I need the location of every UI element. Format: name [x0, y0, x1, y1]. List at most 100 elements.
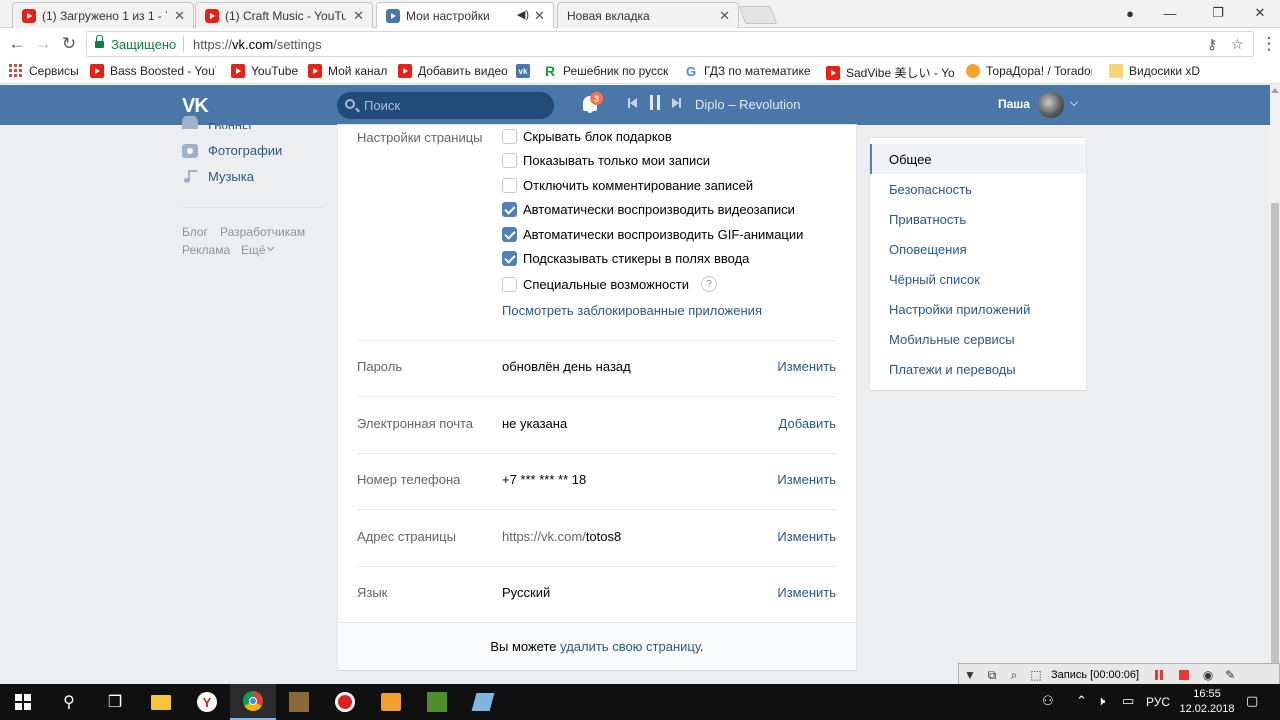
camera-icon[interactable]: ◉	[1197, 664, 1219, 686]
browser-tab[interactable]: (1) Загружено 1 из 1 - Yo ✕	[12, 2, 194, 28]
tab-notifications[interactable]: Оповещения	[870, 234, 1086, 264]
browser-tab[interactable]: (1) Craft Music - YouTube ✕	[195, 2, 373, 28]
media-player-icon[interactable]	[368, 684, 414, 720]
close-icon[interactable]: ✕	[353, 8, 364, 24]
key-icon[interactable]: ⚷	[1207, 36, 1217, 53]
pause-icon[interactable]	[650, 95, 660, 110]
checkbox-autoplay-gif[interactable]: Автоматически воспроизводить GIF-анимаци…	[502, 227, 803, 242]
scrollbar-thumb[interactable]	[1271, 203, 1279, 684]
speaker-icon[interactable]: ◀)	[517, 8, 529, 21]
change-phone-link[interactable]: Изменить	[777, 472, 836, 487]
dropdown-icon[interactable]: ▼	[959, 664, 981, 686]
avatar[interactable]	[1038, 92, 1064, 118]
close-icon[interactable]: ✕	[174, 8, 185, 24]
checkbox[interactable]	[502, 276, 517, 292]
chevron-up-icon[interactable]: ⌃	[1076, 693, 1087, 709]
restore-icon[interactable]: ❐	[1198, 0, 1238, 26]
checkbox-accessibility[interactable]: Специальные возможности ?	[502, 276, 717, 292]
footer-link-developers[interactable]: Разработчикам	[220, 225, 305, 239]
search-icon[interactable]: ⚲	[46, 684, 92, 720]
chevron-down-icon[interactable]	[266, 243, 275, 252]
bookmark-item[interactable]: Bass Boosted - YouTube	[90, 64, 216, 78]
menu-icon[interactable]: ⋮	[1258, 33, 1280, 55]
checkbox-checked[interactable]	[502, 227, 517, 242]
user-name[interactable]: Паша	[998, 97, 1030, 111]
bookmark-item[interactable]: R Решебник по русскому	[543, 63, 669, 79]
app-icon[interactable]	[460, 684, 506, 720]
sidebar-item-photos[interactable]: Фотографии	[182, 143, 282, 158]
checkbox-checked[interactable]	[502, 202, 517, 217]
sidebar-item-groups[interactable]: Группы	[182, 116, 251, 129]
bookmark-item[interactable]: vk	[516, 64, 536, 78]
network-icon[interactable]: ▭	[1122, 693, 1134, 709]
forward-icon[interactable]: →	[32, 33, 54, 55]
next-track-icon[interactable]	[672, 98, 681, 108]
add-email-link[interactable]: Добавить	[779, 416, 836, 431]
change-password-link[interactable]: Изменить	[777, 359, 836, 374]
bookmark-item[interactable]: YouTube	[231, 64, 298, 78]
region-icon[interactable]: ⬚	[1025, 664, 1047, 686]
checkbox-autoplay-video[interactable]: Автоматически воспроизводить видеозаписи	[502, 202, 795, 217]
checkbox[interactable]	[502, 153, 517, 168]
address-bar[interactable]: Защищено https://vk.com/settings ⚷ ☆	[86, 31, 1254, 57]
tab-payments[interactable]: Платежи и переводы	[870, 354, 1086, 384]
task-view-icon[interactable]: ❒	[92, 684, 138, 720]
help-icon[interactable]: ?	[700, 276, 717, 292]
browser-tab[interactable]: Новая вкладка ✕	[557, 2, 739, 28]
language-indicator[interactable]: РУС	[1146, 695, 1170, 709]
minecraft-icon[interactable]	[276, 684, 322, 720]
minimize-icon[interactable]: —	[1150, 0, 1190, 26]
footer-link-more[interactable]: Ещё	[241, 243, 266, 257]
change-address-link[interactable]: Изменить	[777, 529, 836, 544]
tab-mobile-services[interactable]: Мобильные сервисы	[870, 324, 1086, 354]
chrome-icon[interactable]	[230, 684, 276, 720]
bookmark-item[interactable]: ТораДора! / Toradora	[966, 64, 1092, 78]
notifications-icon[interactable]: ▢	[1246, 693, 1258, 709]
bookmark-item[interactable]: Сервисы	[9, 64, 79, 78]
people-icon[interactable]: ⚇	[1042, 693, 1054, 709]
profile-icon[interactable]: ●	[1110, 0, 1150, 26]
yandex-browser-icon[interactable]: Y	[184, 684, 230, 720]
browser-tab-active[interactable]: Мои настройки ◀) ✕	[376, 2, 554, 28]
chevron-down-icon[interactable]	[1069, 97, 1079, 107]
close-icon[interactable]: ✕	[534, 8, 545, 24]
vk-logo[interactable]: VK	[182, 95, 209, 118]
url-text[interactable]: https://vk.com/settings	[193, 37, 322, 52]
tab-blacklist[interactable]: Чёрный список	[870, 264, 1086, 294]
footer-link-ads[interactable]: Реклама	[182, 243, 230, 257]
tab-general[interactable]: Общее	[870, 144, 1086, 174]
bookmark-item[interactable]: G ГДЗ по математике	[684, 64, 826, 79]
pause-recording-icon[interactable]	[1155, 670, 1164, 680]
bookmark-item[interactable]: SadVibe 美しい - YouTube	[826, 64, 954, 81]
tab-app-settings[interactable]: Настройки приложений	[870, 294, 1086, 324]
checkbox-checked[interactable]	[502, 251, 517, 266]
bookmark-item[interactable]: Видосики xD	[1109, 64, 1200, 78]
footer-link-blog[interactable]: Блог	[182, 225, 208, 239]
zoom-icon[interactable]: ⌕	[1003, 664, 1025, 686]
checkbox[interactable]	[502, 129, 517, 144]
close-icon[interactable]: ✕	[719, 8, 730, 24]
volume-icon[interactable]: 🕨	[1097, 693, 1105, 709]
checkbox-only-my-posts[interactable]: Показывать только мои записи	[502, 153, 710, 168]
checkbox-sticker-hints[interactable]: Подсказывать стикеры в полях ввода	[502, 251, 749, 266]
checkbox[interactable]	[502, 178, 517, 193]
minecraft-launcher-icon[interactable]	[414, 684, 460, 720]
blocked-apps-link[interactable]: Посмотреть заблокированные приложения	[502, 303, 762, 318]
record-app-icon[interactable]	[322, 684, 368, 720]
close-window-icon[interactable]: ✕	[1240, 0, 1280, 26]
pen-icon[interactable]: ✎	[1219, 664, 1241, 686]
bookmark-item[interactable]: Мой канал	[308, 64, 387, 78]
change-language-link[interactable]: Изменить	[777, 585, 836, 600]
search-input[interactable]: Поиск	[337, 92, 554, 119]
file-explorer-icon[interactable]	[138, 684, 184, 720]
scroll-up-icon[interactable]	[1271, 88, 1279, 93]
back-icon[interactable]: ←	[6, 33, 28, 55]
window-icon[interactable]: ⧉	[981, 664, 1003, 686]
clock[interactable]: 16:55 12.02.2018	[1177, 687, 1237, 717]
stop-recording-icon[interactable]	[1179, 670, 1190, 680]
checkbox-hide-gifts[interactable]: Скрывать блок подарков	[502, 129, 672, 144]
reload-icon[interactable]: ↻	[58, 33, 80, 55]
tab-security[interactable]: Безопасность	[870, 174, 1086, 204]
bookmark-item[interactable]: Добавить видео	[398, 64, 508, 78]
sidebar-item-music[interactable]: Музыка	[182, 169, 254, 184]
